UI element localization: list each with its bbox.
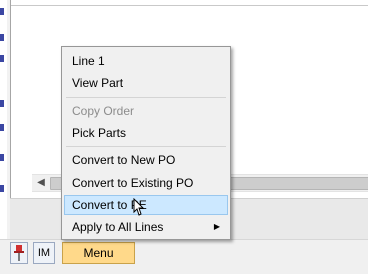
menu-item-convert-to-new-po[interactable]: Convert to New PO — [64, 150, 228, 170]
submenu-arrow-icon: ▶ — [213, 222, 220, 231]
bottom-toolbar — [0, 239, 368, 274]
menu-separator — [66, 146, 226, 147]
menu-separator — [66, 97, 226, 98]
menu-item-view-part[interactable]: View Part — [64, 73, 228, 93]
menu-item-label: Apply to All Lines — [72, 220, 164, 234]
edge-link-fragment[interactable] — [0, 8, 4, 15]
scroll-left-arrow-icon[interactable]: ◀ — [34, 175, 48, 191]
im-button[interactable]: IM — [33, 242, 55, 264]
menu-item-convert-to-pe[interactable]: Convert to PE — [64, 195, 228, 215]
menu-item-line-1[interactable]: Line 1 — [64, 51, 228, 71]
context-menu: Line 1 View Part Copy Order Pick Parts C… — [61, 46, 231, 240]
menu-item-copy-order: Copy Order — [72, 104, 135, 118]
menu-item-pick-parts[interactable]: Pick Parts — [64, 123, 228, 143]
pushpin-icon — [14, 245, 24, 261]
edge-link-fragment[interactable] — [0, 100, 4, 107]
pane-header — [11, 0, 368, 6]
edge-link-fragment[interactable] — [0, 154, 4, 161]
edge-link-fragment[interactable] — [0, 55, 4, 62]
menu-item-apply-to-all-lines[interactable]: Apply to All Lines ▶ — [64, 217, 228, 237]
menu-item-convert-to-existing-po[interactable]: Convert to Existing PO — [64, 173, 228, 193]
left-edge-strip — [0, 0, 7, 240]
edge-link-fragment[interactable] — [0, 185, 4, 192]
edge-link-fragment[interactable] — [0, 124, 4, 131]
mouse-pointer-icon — [133, 198, 145, 216]
edge-link-fragment[interactable] — [0, 34, 4, 41]
menu-button[interactable]: Menu — [62, 242, 135, 264]
pin-button[interactable] — [10, 242, 28, 264]
